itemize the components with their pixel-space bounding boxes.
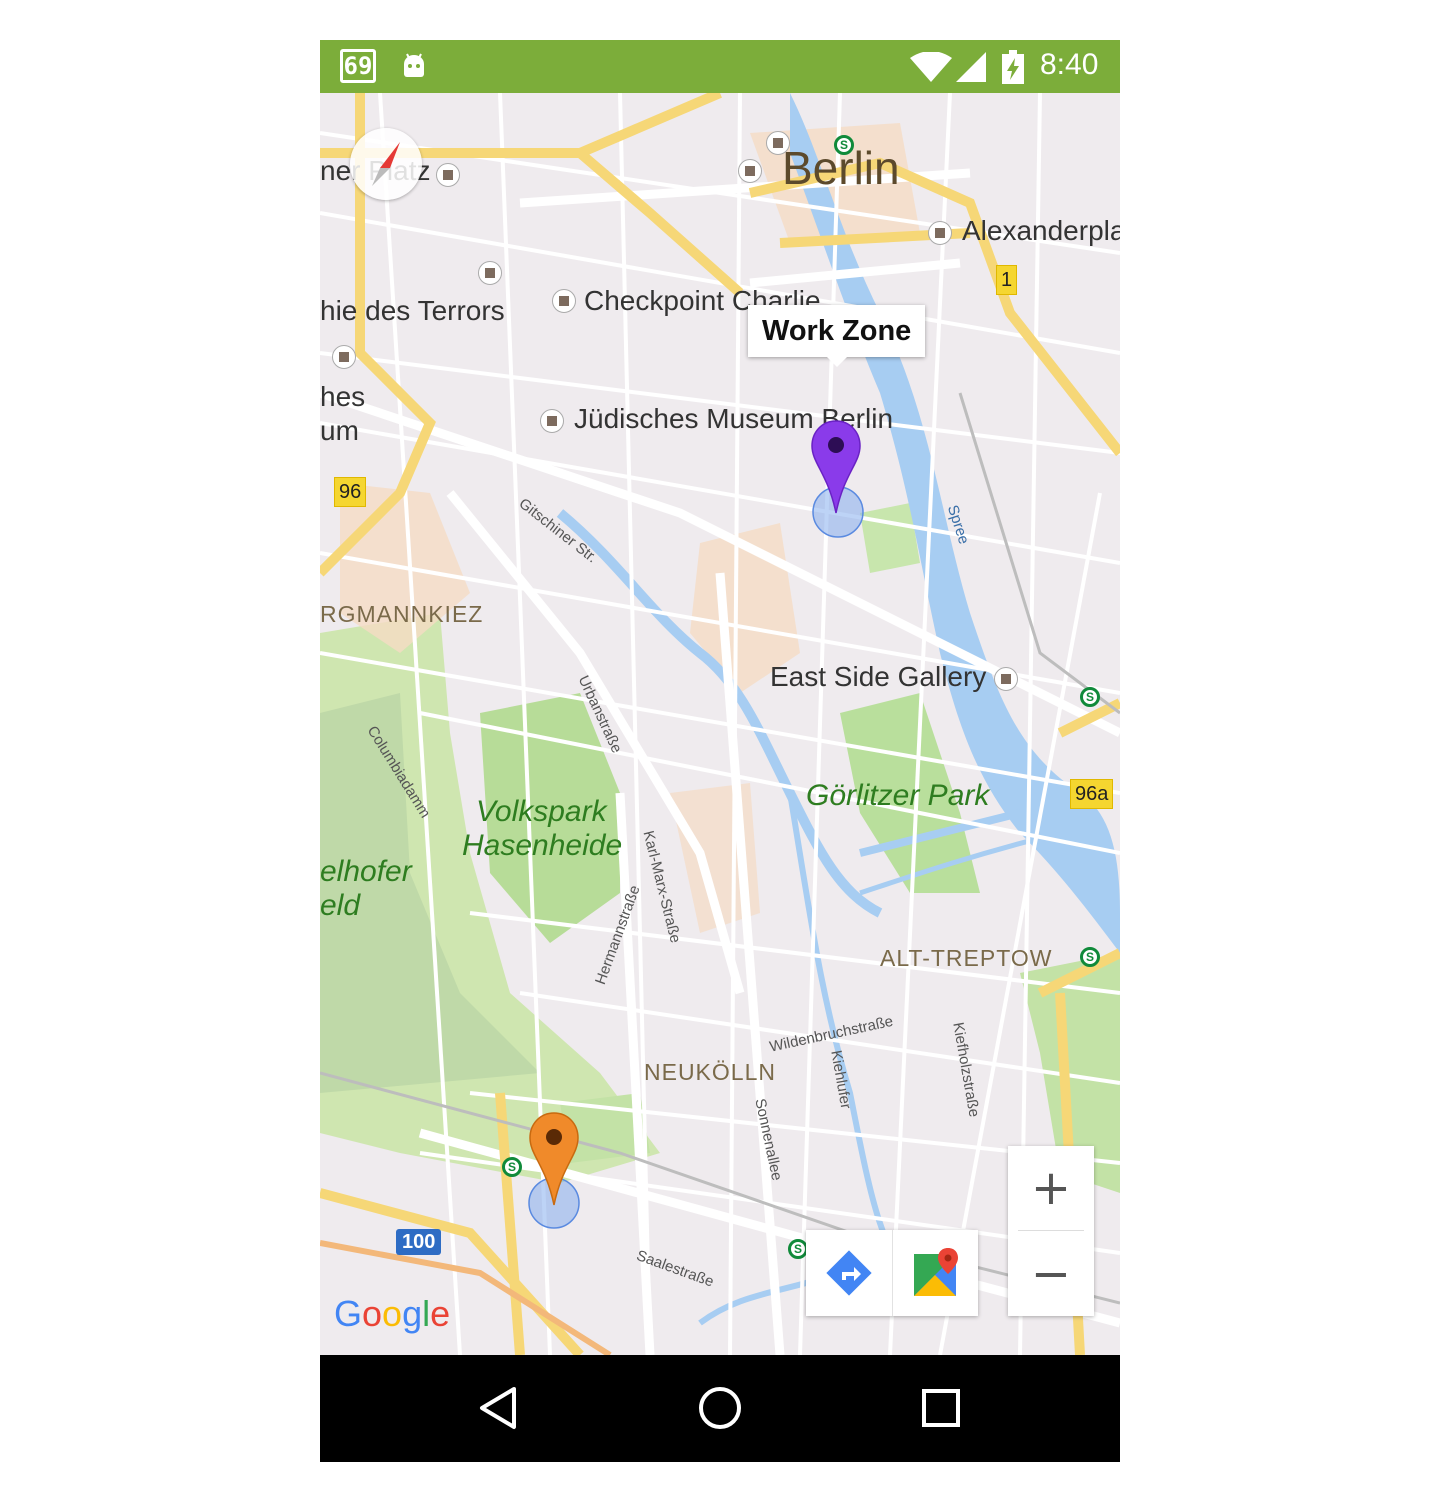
compass-icon bbox=[372, 142, 400, 186]
park-label-feld: eld bbox=[320, 889, 361, 922]
museum-icon[interactable] bbox=[332, 345, 356, 369]
poi-label-topographie[interactable]: hie des Terrors bbox=[320, 295, 505, 327]
recents-icon[interactable] bbox=[916, 1383, 966, 1433]
poi-label-alexanderplatz[interactable]: Alexanderpla bbox=[962, 215, 1120, 247]
battery-charging-icon bbox=[1002, 50, 1024, 84]
navigation-bar bbox=[320, 1355, 1120, 1462]
poi-label-um[interactable]: um bbox=[320, 415, 359, 447]
zoom-out-button[interactable]: − bbox=[1008, 1232, 1094, 1316]
museum-icon[interactable] bbox=[738, 159, 762, 183]
poi-label-east-side-gallery[interactable]: East Side Gallery bbox=[770, 661, 986, 693]
google-maps-icon bbox=[914, 1248, 958, 1296]
work-zone-marker-icon[interactable] bbox=[810, 419, 862, 515]
road-shield-100: 100 bbox=[396, 1229, 442, 1255]
sbahn-station-icon[interactable]: S bbox=[1080, 947, 1100, 967]
google-logo: Google bbox=[334, 1293, 451, 1334]
directions-icon bbox=[826, 1250, 872, 1296]
road-shield-96a: 96a bbox=[1070, 779, 1114, 809]
district-label-bergmannkiez: RGMANNKIEZ bbox=[320, 601, 484, 627]
zoom-controls: + − bbox=[1008, 1146, 1094, 1316]
sbahn-station-icon[interactable]: S bbox=[834, 135, 854, 155]
notification-count-icon: 69 bbox=[340, 49, 376, 83]
park-label-hasenheide: Hasenheide bbox=[462, 829, 623, 862]
poi-label-hes[interactable]: hes bbox=[320, 381, 365, 413]
home-zone-marker-icon[interactable] bbox=[528, 1111, 580, 1207]
zoom-divider bbox=[1018, 1230, 1084, 1231]
landmark-icon[interactable] bbox=[552, 289, 576, 313]
marker-info-window[interactable]: Work Zone bbox=[748, 305, 926, 367]
camera-poi-icon[interactable] bbox=[436, 163, 460, 187]
museum-icon[interactable] bbox=[766, 131, 790, 155]
compass-button[interactable] bbox=[350, 128, 422, 200]
museum-icon[interactable] bbox=[478, 261, 502, 285]
signal-icon bbox=[956, 52, 986, 82]
sbahn-station-icon[interactable]: S bbox=[788, 1239, 808, 1259]
zoom-in-button[interactable]: + bbox=[1008, 1146, 1094, 1230]
landmark-icon[interactable] bbox=[928, 221, 952, 245]
map-toolbar bbox=[806, 1230, 978, 1316]
park-label-volkspark: Volkspark bbox=[476, 795, 607, 828]
phone-screen: 69 8:40 Berlin Alexanderpla Checkpoint C… bbox=[320, 40, 1120, 1462]
back-icon[interactable] bbox=[474, 1383, 524, 1433]
park-label-tempelhofer: elhofer bbox=[320, 855, 412, 888]
wifi-icon bbox=[910, 52, 952, 82]
road-shield-96: 96 bbox=[334, 477, 367, 507]
park-label-goerlitzer: Görlitzer Park bbox=[806, 779, 990, 812]
status-bar: 69 8:40 bbox=[320, 40, 1120, 93]
museum-icon[interactable] bbox=[540, 409, 564, 433]
sbahn-station-icon[interactable]: S bbox=[1080, 687, 1100, 707]
road-shield-1: 1 bbox=[996, 265, 1018, 295]
directions-button[interactable] bbox=[806, 1230, 892, 1316]
status-clock: 8:40 bbox=[1040, 48, 1099, 81]
landmark-icon[interactable] bbox=[994, 667, 1018, 691]
district-label-neukoelln: NEUKÖLLN bbox=[644, 1059, 776, 1085]
open-in-google-maps-button[interactable] bbox=[892, 1230, 978, 1316]
sbahn-station-icon[interactable]: S bbox=[502, 1157, 522, 1177]
map-view[interactable]: Berlin Alexanderpla Checkpoint Charlie h… bbox=[320, 93, 1120, 1355]
android-icon bbox=[404, 53, 424, 77]
district-label-alt-treptow: ALT-TREPTOW bbox=[880, 945, 1053, 971]
home-icon[interactable] bbox=[695, 1383, 745, 1433]
